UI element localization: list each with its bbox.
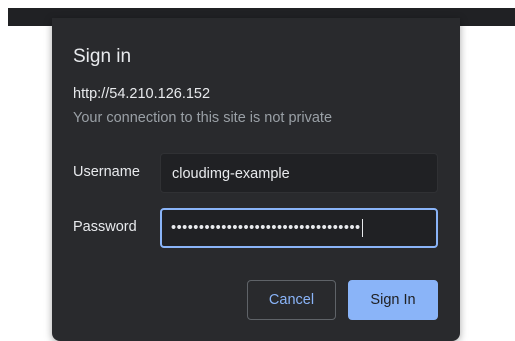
password-value: •••••••••••••••••••••••••••••••••• — [171, 220, 361, 236]
password-label: Password — [73, 219, 137, 235]
sign-in-button[interactable]: Sign In — [348, 280, 438, 320]
username-value: cloudimg-example — [172, 166, 290, 182]
sign-in-dialog: Sign in http://54.210.126.152 Your conne… — [52, 18, 460, 341]
connection-warning: Your connection to this site is not priv… — [73, 110, 333, 126]
dialog-title: Sign in — [73, 46, 132, 67]
text-caret — [361, 219, 363, 238]
password-field[interactable]: •••••••••••••••••••••••••••••••••• — [160, 208, 438, 248]
cancel-button[interactable]: Cancel — [247, 280, 336, 320]
username-label: Username — [73, 164, 140, 180]
username-field[interactable]: cloudimg-example — [160, 153, 438, 193]
site-origin: http://54.210.126.152 — [73, 86, 211, 102]
